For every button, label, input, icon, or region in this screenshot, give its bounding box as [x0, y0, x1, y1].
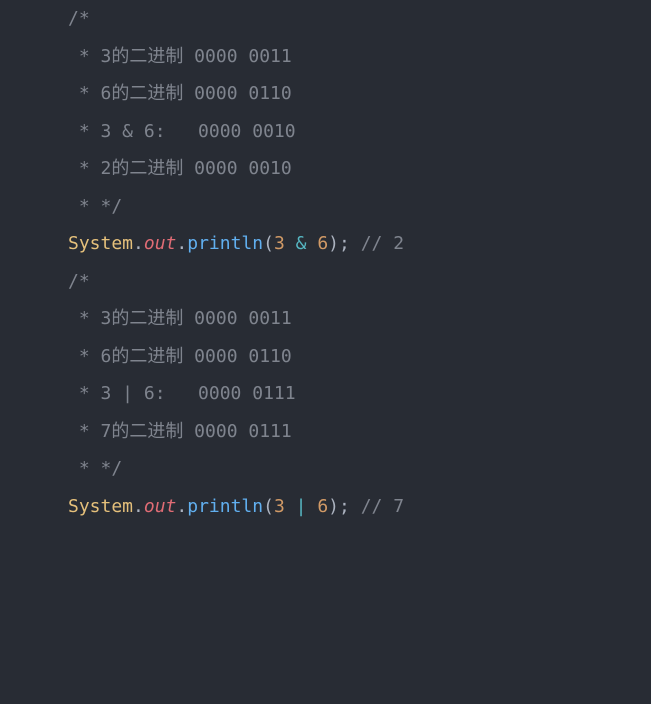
comment-line: * 2的二进制 0000 0010 — [68, 158, 292, 179]
number-literal: 3 — [274, 496, 285, 517]
code-block: /* * 3的二进制 0000 0011 * 6的二进制 0000 0110 *… — [0, 0, 651, 525]
class-name: System — [68, 496, 133, 517]
code-line: System.out.println(3 | 6); // 7 — [0, 488, 651, 526]
comment-line: * */ — [68, 458, 122, 479]
field-name: out — [144, 233, 177, 254]
space — [285, 496, 296, 517]
comment-line: * 3的二进制 0000 0011 — [68, 46, 292, 67]
space — [350, 496, 361, 517]
comment-line: * 7的二进制 0000 0111 — [68, 421, 292, 442]
semicolon: ; — [339, 496, 350, 517]
dot: . — [176, 233, 187, 254]
field-name: out — [144, 496, 177, 517]
code-line: System.out.println(3 & 6); // 2 — [0, 225, 651, 263]
rparen: ) — [328, 496, 339, 517]
semicolon: ; — [339, 233, 350, 254]
comment-line: * 6的二进制 0000 0110 — [68, 83, 292, 104]
rparen: ) — [328, 233, 339, 254]
line-comment: // 7 — [361, 496, 404, 517]
space — [285, 233, 296, 254]
comment-line: * 6的二进制 0000 0110 — [68, 346, 292, 367]
number-literal: 6 — [317, 496, 328, 517]
operator: | — [296, 496, 307, 517]
class-name: System — [68, 233, 133, 254]
comment-line: /* — [68, 271, 90, 292]
dot: . — [133, 233, 144, 254]
comment-line: * */ — [68, 196, 122, 217]
comment-line: * 3 | 6: 0000 0111 — [68, 383, 296, 404]
method-name: println — [187, 233, 263, 254]
method-name: println — [187, 496, 263, 517]
space — [350, 233, 361, 254]
number-literal: 6 — [317, 233, 328, 254]
comment-line: * 3的二进制 0000 0011 — [68, 308, 292, 329]
operator: & — [296, 233, 307, 254]
dot: . — [133, 496, 144, 517]
dot: . — [176, 496, 187, 517]
comment-line: /* — [68, 8, 90, 29]
lparen: ( — [263, 233, 274, 254]
number-literal: 3 — [274, 233, 285, 254]
space — [306, 496, 317, 517]
line-comment: // 2 — [361, 233, 404, 254]
space — [306, 233, 317, 254]
comment-line: * 3 & 6: 0000 0010 — [68, 121, 296, 142]
lparen: ( — [263, 496, 274, 517]
